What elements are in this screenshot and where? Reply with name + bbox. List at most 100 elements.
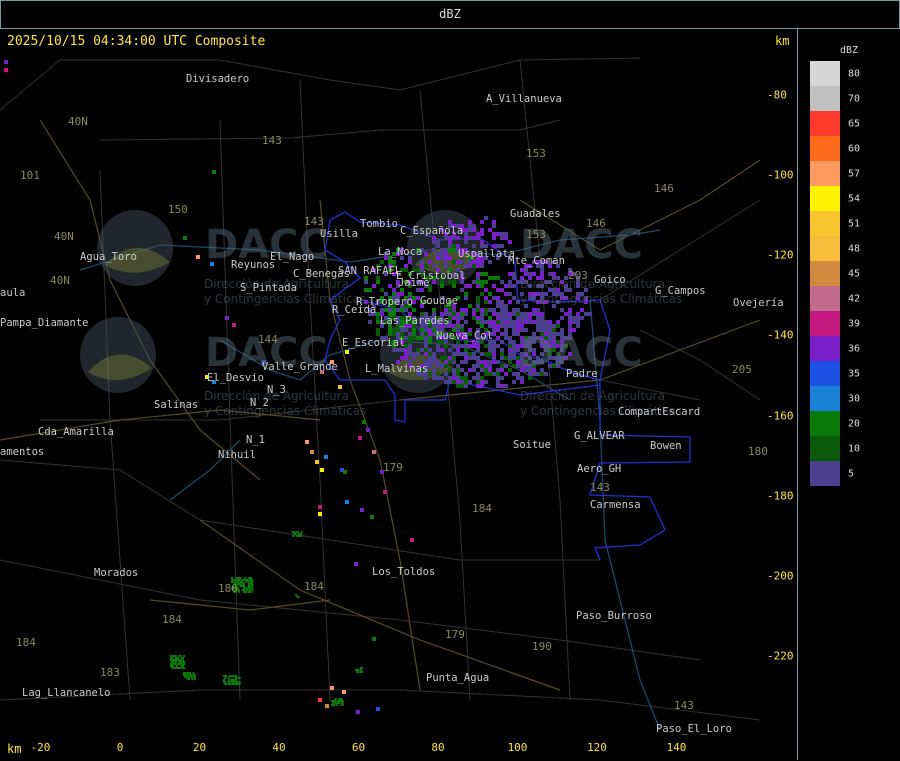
radar-echo-pixel <box>333 704 336 706</box>
radar-echo-pixel <box>183 655 186 657</box>
radar-echo-pixel <box>540 324 544 328</box>
radar-echo-pixel <box>572 320 576 324</box>
legend-entry: 48 <box>810 236 890 261</box>
radar-echo-pixel <box>452 344 456 348</box>
radar-echo-pixel <box>408 352 412 356</box>
radar-echo-pixel <box>424 352 428 356</box>
radar-echo-pixel <box>492 276 496 280</box>
radar-echo-pixel <box>364 280 368 284</box>
legend-entry: 51 <box>810 211 890 236</box>
legend-entry: 57 <box>810 161 890 186</box>
radar-echo-pixel <box>520 324 524 328</box>
radar-echo-pixel <box>232 675 235 677</box>
radar-echo-pixel <box>512 364 516 368</box>
radar-echo-pixel <box>250 577 253 579</box>
legend-value-label: 60 <box>848 143 861 154</box>
radar-echo-pixel <box>444 260 448 264</box>
radar-echo-pixel <box>536 312 540 316</box>
radar-echo-pixel <box>484 380 488 384</box>
radar-echo-pixel <box>225 316 229 320</box>
radar-echo-pixel <box>318 512 322 516</box>
radar-echo-pixel <box>251 579 254 581</box>
radar-echo-pixel <box>332 702 335 704</box>
radar-echo-pixel <box>452 380 456 384</box>
radar-echo-pixel <box>568 316 572 320</box>
radar-echo-pixel <box>4 68 8 72</box>
radar-echo-pixel <box>448 380 452 384</box>
radar-echo-pixel <box>444 380 448 384</box>
radar-echo-pixel <box>444 248 448 252</box>
radar-echo-pixel <box>484 372 488 376</box>
radar-echo-pixel <box>296 531 299 533</box>
radar-echo-pixel <box>368 288 372 292</box>
legend-entry: 42 <box>810 286 890 311</box>
radar-echo-pixel <box>480 380 484 384</box>
radar-echo-pixel <box>345 350 349 354</box>
radar-echo-pixel <box>492 296 496 300</box>
road-number-label: 184 <box>162 613 182 626</box>
radar-echo-pixel <box>512 352 516 356</box>
road-number-label: 153 <box>526 228 546 241</box>
radar-echo-pixel <box>340 698 343 700</box>
radar-echo-pixel <box>249 587 251 589</box>
radar-echo-pixel <box>179 655 182 657</box>
radar-echo-pixel <box>231 577 233 579</box>
radar-echo-pixel <box>500 308 504 312</box>
radar-echo-pixel <box>572 316 576 320</box>
radar-echo-pixel <box>496 304 500 308</box>
radar-echo-pixel <box>354 562 358 566</box>
legend-value-label: 39 <box>848 318 861 329</box>
radar-echo-pixel <box>295 594 298 596</box>
radar-echo-pixel <box>500 312 504 316</box>
radar-echo-pixel <box>500 304 504 308</box>
radar-echo-pixel <box>424 332 428 336</box>
place-label: Los_Toldos <box>372 566 436 578</box>
radar-echo-pixel <box>460 360 464 364</box>
timestamp: 2025/10/15 04:34:00 UTC Composite <box>7 34 266 49</box>
radar-echo-pixel <box>436 372 440 376</box>
radar-echo-pixel <box>384 308 388 312</box>
legend-color-swatch <box>810 236 840 261</box>
radar-echo-pixel <box>492 320 496 324</box>
place-label: Goico <box>594 274 626 286</box>
radar-echo-pixel <box>492 348 496 352</box>
radar-echo-pixel <box>548 272 552 276</box>
radar-echo-pixel <box>460 380 464 384</box>
legend-value-label: 48 <box>848 243 861 254</box>
radar-echo-pixel <box>476 304 480 308</box>
radar-echo-pixel <box>452 244 456 248</box>
radar-echo-pixel <box>508 352 512 356</box>
radar-echo-pixel <box>516 376 520 380</box>
radar-echo-pixel <box>520 312 524 316</box>
radar-echo-pixel <box>392 288 396 292</box>
radar-echo-pixel <box>480 260 484 264</box>
radar-echo-pixel <box>516 316 520 320</box>
road-number-label: 179 <box>445 628 465 641</box>
window-title-bar: dBZ <box>0 0 900 29</box>
radar-echo-pixel <box>408 260 412 264</box>
radar-echo-pixel <box>496 328 500 332</box>
radar-echo-pixel <box>508 316 512 320</box>
radar-echo-pixel <box>297 596 300 598</box>
radar-echo-pixel <box>424 344 428 348</box>
radar-echo-pixel <box>492 308 496 312</box>
radar-echo-pixel <box>576 320 580 324</box>
watermark-subtext: y Contingencias Climáticas <box>204 404 367 418</box>
radar-echo-pixel <box>408 340 412 344</box>
radar-echo-pixel <box>250 591 253 593</box>
radar-echo-pixel <box>544 324 548 328</box>
radar-echo-pixel <box>508 280 512 284</box>
radar-echo-pixel <box>460 308 464 312</box>
radar-echo-pixel <box>238 579 241 581</box>
radar-echo-pixel <box>294 533 297 535</box>
radar-echo-pixel <box>412 328 416 332</box>
radar-echo-pixel <box>420 260 424 264</box>
legend-value-label: 10 <box>848 443 861 454</box>
radar-echo-pixel <box>468 260 472 264</box>
place-label: Carmensa <box>590 499 641 511</box>
radar-echo-pixel <box>376 332 380 336</box>
radar-echo-pixel <box>500 364 504 368</box>
radar-echo-pixel <box>380 308 384 312</box>
radar-echo-pixel <box>310 450 314 454</box>
radar-echo-pixel <box>476 260 480 264</box>
